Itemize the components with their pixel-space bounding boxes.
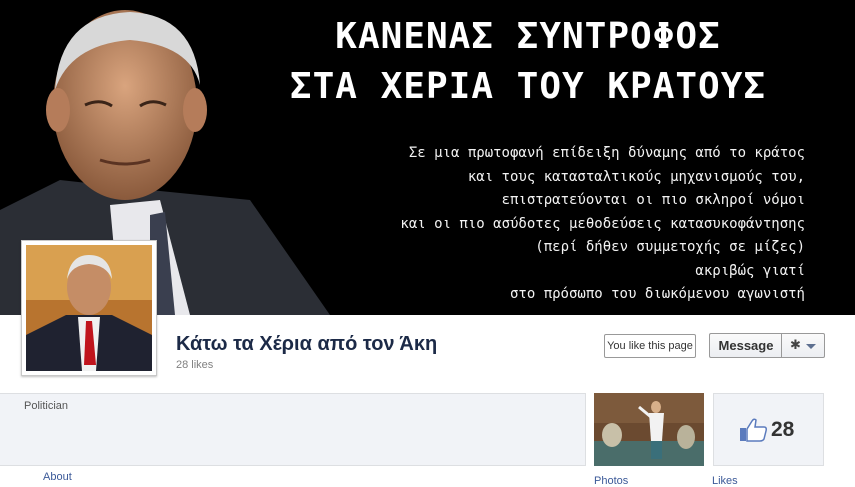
chevron-down-icon (805, 343, 816, 349)
page-likes-count: 28 likes (176, 359, 214, 371)
cover-text-line: (περί δήθεν συμμετοχής σε μίζες) (535, 239, 805, 255)
photos-tab-thumbnail[interactable] (594, 393, 704, 466)
cover-text-line: επιστρατεύονται οι πιο σκληροί νόμοι (501, 192, 805, 208)
cover-text-block: Σε μια πρωτοφανή επίδειξη δύναμης από το… (300, 142, 805, 307)
photos-image (594, 393, 704, 466)
cover-text-line: ακριβώς γιατί (695, 262, 805, 279)
cover-text-line: και τους κατασταλτικούς μηχανισμούς του, (467, 168, 805, 185)
likes-tab-box[interactable] (713, 393, 824, 466)
page-category: Politician (24, 400, 69, 412)
page-title[interactable]: Κάτω τα Χέρια από τον Άκη (176, 333, 437, 356)
cover-headline-line: ΚΑΝΕΝΑΣ ΣΥΝΤΡΟΦΟΣ (335, 16, 721, 57)
tab-about[interactable]: About (43, 471, 72, 483)
likes-count: 28 (771, 418, 795, 441)
cover-text-line: και οι πιο ασύδοτες μεθοδεύσεις κατασυκο… (400, 215, 805, 232)
message-button[interactable]: Message (709, 333, 782, 358)
tab-likes[interactable]: Likes (712, 475, 738, 487)
tab-photos[interactable]: Photos (594, 475, 628, 487)
cover-text-line: στο πρόσωπο του διωκόμενου αγωνιστή (509, 286, 805, 302)
cover-headline: ΚΑΝΕΝΑΣ ΣΥΝΤΡΟΦΟΣ ΣΤΑ ΧΕΡΙΑ ΤΟΥ ΚΡΑΤΟΥΣ (228, 12, 828, 112)
thumbs-up-icon (740, 418, 767, 442)
cover-headline-line: ΣΤΑ ΧΕΡΙΑ ΤΟΥ ΚΡΑΤΟΥΣ (289, 66, 767, 107)
about-panel (0, 393, 586, 466)
gear-icon: ✱ (790, 337, 801, 352)
cover-text-line: Σε μια πρωτοφανή επίδειξη δύναμης από το… (408, 145, 805, 161)
profile-picture[interactable] (21, 240, 157, 376)
liked-page-button[interactable]: You like this page (604, 334, 696, 358)
settings-dropdown-button[interactable]: ✱ (781, 333, 825, 358)
profile-portrait-image (26, 245, 152, 371)
